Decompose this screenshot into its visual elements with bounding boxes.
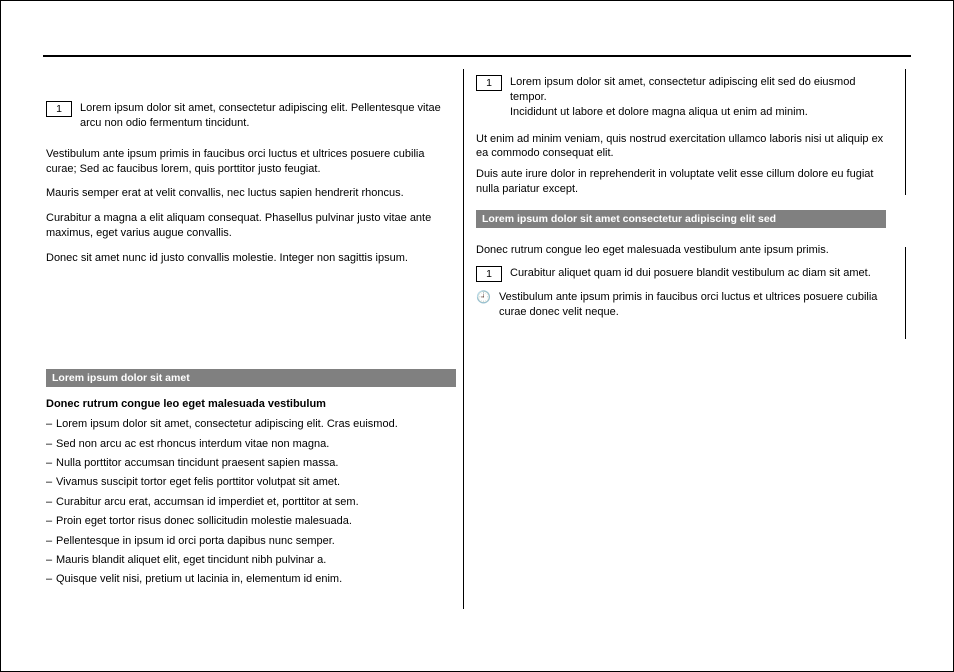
list-item: Lorem ipsum dolor sit amet, consectetur …	[46, 417, 456, 432]
left-column: 1 Lorem ipsum dolor sit amet, consectetu…	[46, 101, 456, 276]
list-item: Sed non arcu ac est rhoncus interdum vit…	[46, 437, 456, 452]
page-frame: 1 Lorem ipsum dolor sit amet, consectetu…	[0, 0, 954, 672]
left-note-1: Vestibulum ante ipsum primis in faucibus…	[46, 147, 456, 177]
left-step-1: 1 Lorem ipsum dolor sit amet, consectetu…	[46, 101, 456, 131]
right-margin-rule-top	[905, 69, 906, 195]
list-item: Quisque velit nisi, pretium ut lacinia i…	[46, 572, 456, 587]
step-text-line-2: Incididunt ut labore et dolore magna ali…	[510, 106, 808, 118]
right-note-2: Duis aute irure dolor in reprehenderit i…	[476, 167, 886, 197]
right-step-2: 1 Curabitur aliquet quam id dui posuere …	[476, 266, 886, 282]
left-note-3: Curabitur a magna a elit aliquam consequ…	[46, 211, 456, 241]
tip-block: 🕘 Vestibulum ante ipsum primis in faucib…	[476, 290, 886, 320]
step-text-line-1: Lorem ipsum dolor sit amet, consectetur …	[510, 76, 855, 103]
left-note-2: Mauris semper erat at velit convallis, n…	[46, 186, 456, 201]
list-item: Mauris blandit aliquet elit, eget tincid…	[46, 553, 456, 568]
list-item: Curabitur arcu erat, accumsan id imperdi…	[46, 495, 456, 510]
left-bullet-list: Lorem ipsum dolor sit amet, consectetur …	[46, 417, 456, 588]
right-margin-rule-mid	[905, 247, 906, 339]
step-text: Curabitur aliquet quam id dui posuere bl…	[510, 266, 886, 281]
top-rule	[43, 55, 911, 57]
left-note-4: Donec sit amet nunc id justo convallis m…	[46, 251, 456, 266]
right-column-top: 1 Lorem ipsum dolor sit amet, consectetu…	[476, 71, 886, 203]
left-section-body: Donec rutrum congue leo eget malesuada v…	[46, 397, 456, 592]
step-text: Lorem ipsum dolor sit amet, consectetur …	[510, 75, 886, 120]
right-step-1: 1 Lorem ipsum dolor sit amet, consectetu…	[476, 75, 886, 120]
step-number-box: 1	[476, 266, 502, 282]
list-item: Nulla porttitor accumsan tincidunt praes…	[46, 456, 456, 471]
column-divider	[463, 69, 464, 609]
step-text: Lorem ipsum dolor sit amet, consectetur …	[80, 101, 456, 131]
list-item: Vivamus suscipit tortor eget felis portt…	[46, 475, 456, 490]
right-section-body: Donec rutrum congue leo eget malesuada v…	[476, 243, 886, 328]
list-item: Proin eget tortor risus donec sollicitud…	[46, 514, 456, 529]
right-section-bar: Lorem ipsum dolor sit amet consectetur a…	[476, 210, 886, 228]
right-section-intro: Donec rutrum congue leo eget malesuada v…	[476, 243, 886, 258]
step-number-box: 1	[46, 101, 72, 117]
list-item: Pellentesque in ipsum id orci porta dapi…	[46, 534, 456, 549]
left-heading: Donec rutrum congue leo eget malesuada v…	[46, 397, 456, 411]
step-number-box: 1	[476, 75, 502, 91]
clock-icon: 🕘	[476, 290, 491, 303]
left-section-bar: Lorem ipsum dolor sit amet	[46, 369, 456, 387]
tip-text: Vestibulum ante ipsum primis in faucibus…	[499, 290, 886, 320]
right-note-1: Ut enim ad minim veniam, quis nostrud ex…	[476, 132, 886, 162]
